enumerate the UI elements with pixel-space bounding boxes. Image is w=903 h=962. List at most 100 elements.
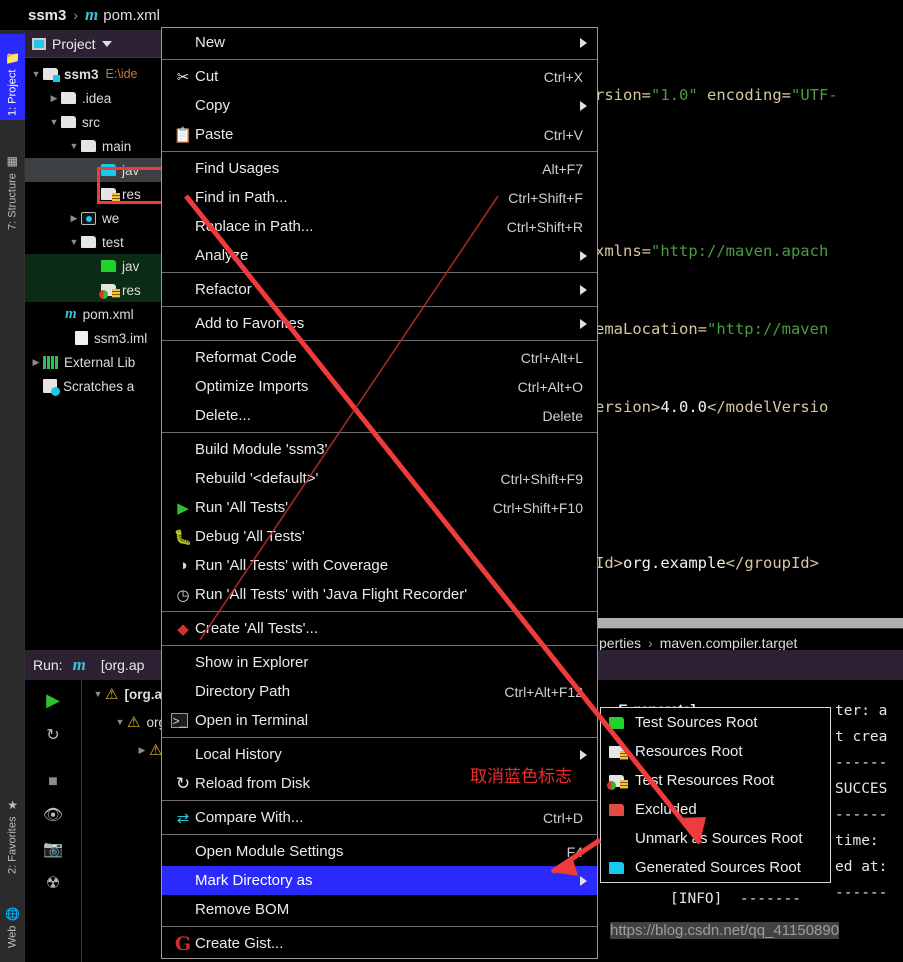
print-icon[interactable]: 📷 [41,839,65,859]
menu-item-build-module[interactable]: Build Module 'ssm3' [162,435,597,464]
submenu-item-test-resources-root[interactable]: Test Resources Root [601,766,830,795]
code-editor[interactable]: rsion="1.0" encoding="UTF- xmlns="http:/… [595,30,903,618]
folder-icon [81,140,96,152]
structure-icon: ▦ [7,154,18,168]
menu-separator [162,645,597,646]
menu-item-reformat-code[interactable]: Reformat CodeCtrl+Alt+L [162,343,597,372]
menu-item-label: Find Usages [195,160,542,177]
menu-item-find-in-path[interactable]: Find in Path...Ctrl+Shift+F [162,183,597,212]
menu-item-add-to-favorites[interactable]: Add to Favorites [162,309,597,338]
submenu-item-excluded[interactable]: Excluded [601,795,830,824]
menu-item-open-in-terminal[interactable]: >_Open in Terminal [162,706,597,735]
menu-item-label: Show in Explorer [195,654,597,671]
menu-item-shortcut: Alt+F7 [542,161,583,177]
globe-icon: 🌐 [5,907,20,921]
twisty-icon[interactable]: ▼ [113,717,127,727]
submenu-item-label: Generated Sources Root [635,859,801,876]
run-icon: ▶ [171,499,195,517]
menu-item-open-module-settings[interactable]: Open Module SettingsF4 [162,837,597,866]
menu-item-compare-with[interactable]: ⇄Compare With...Ctrl+D [162,803,597,832]
menu-item-shortcut: Ctrl+Shift+F [508,190,583,206]
menu-item-paste[interactable]: 📋PasteCtrl+V [162,120,597,149]
menu-item-run-all-tests[interactable]: ▶Run 'All Tests'Ctrl+Shift+F10 [162,493,597,522]
breadcrumb-file[interactable]: pom.xml [103,7,160,24]
twisty-icon[interactable]: ▼ [47,117,61,127]
menu-item-cut[interactable]: ✂CutCtrl+X [162,62,597,91]
editor-horizontal-scrollbar[interactable] [595,618,903,628]
twisty-icon[interactable]: ▼ [91,689,105,699]
submenu-item-label: Resources Root [635,743,743,760]
mark-directory-as-submenu[interactable]: Test Sources Root Resources Root Test Re… [600,707,831,883]
menu-item-run-with-coverage[interactable]: ◑Run 'All Tests' with Coverage [162,551,597,580]
menu-item-run-with-jfr[interactable]: ◷Run 'All Tests' with 'Java Flight Recor… [162,580,597,609]
menu-item-replace-in-path[interactable]: Replace in Path...Ctrl+Shift+R [162,212,597,241]
twisty-icon[interactable]: ▶ [29,357,43,368]
sidebar-item-project[interactable]: 1: Project 📁 [0,34,25,120]
editor-breadcrumb-current[interactable]: maven.compiler.target [660,635,798,651]
menu-item-new[interactable]: New [162,28,597,57]
menu-item-refactor[interactable]: Refactor [162,275,597,304]
tree-node-label: test [102,235,124,250]
menu-item-find-usages[interactable]: Find UsagesAlt+F7 [162,154,597,183]
menu-item-optimize-imports[interactable]: Optimize ImportsCtrl+Alt+O [162,372,597,401]
submenu-item-generated-sources-root[interactable]: Generated Sources Root [601,853,830,882]
menu-item-analyze[interactable]: Analyze [162,241,597,270]
stop-icon[interactable]: ■ [41,773,65,791]
breadcrumb-separator: › [73,7,78,23]
menu-item-copy[interactable]: Copy [162,91,597,120]
code-line: Id>org.example</groupId> [595,550,903,576]
sidebar-item-favorites[interactable]: 2: Favorites ★ [0,782,25,878]
tree-node-label: jav [122,163,139,178]
menu-item-create-gist[interactable]: GCreate Gist... [162,929,597,958]
twisty-icon[interactable]: ▼ [29,69,43,79]
submenu-item-test-sources-root[interactable]: Test Sources Root [601,708,830,737]
console-line: t crea [835,724,887,750]
breadcrumb-project[interactable]: ssm3 [28,7,66,24]
warning-icon: ⚠ [105,685,118,703]
twisty-icon[interactable]: ▼ [67,237,81,247]
generated-sources-root-icon [609,862,624,874]
twisty-icon[interactable]: ▶ [47,93,61,104]
menu-item-shortcut: Ctrl+Shift+R [507,219,583,235]
twisty-icon[interactable]: ▶ [135,745,149,756]
menu-item-mark-directory-as[interactable]: Mark Directory as [162,866,597,895]
maven-icon: m [65,306,77,323]
tree-node-path: E:\ide [106,67,138,81]
tree-node-label: we [102,211,119,226]
run-tree-label: [org.a [124,687,162,702]
rerun-failed-icon[interactable]: ↻ [41,725,65,745]
scratches-icon [43,379,57,393]
context-menu[interactable]: New ✂CutCtrl+X Copy 📋PasteCtrl+V Find Us… [161,27,598,959]
menu-separator [162,611,597,612]
run-config-tab[interactable]: [org.ap [101,657,145,673]
run-label: Run: [33,657,63,673]
left-tool-strip: 1: Project 📁 7: Structure ▦ 2: Favorites… [0,30,25,962]
menu-item-show-in-explorer[interactable]: Show in Explorer [162,648,597,677]
menu-item-debug-all-tests[interactable]: 🐛Debug 'All Tests' [162,522,597,551]
sidebar-item-structure[interactable]: 7: Structure ▦ [0,134,25,234]
menu-separator [162,834,597,835]
chevron-right-icon [580,319,587,329]
chevron-down-icon[interactable] [102,41,112,47]
menu-item-delete[interactable]: Delete...Delete [162,401,597,430]
run-icon[interactable]: ▶ [41,690,65,711]
menu-item-label: Run 'All Tests' [195,499,493,516]
menu-item-shortcut: Ctrl+Alt+O [518,379,583,395]
submenu-item-resources-root[interactable]: Resources Root [601,737,830,766]
menu-item-label: Run 'All Tests' with 'Java Flight Record… [195,586,597,603]
scissors-icon: ✂ [171,68,195,86]
terminal-icon: >_ [171,713,188,728]
menu-item-label: Replace in Path... [195,218,507,235]
menu-item-remove-bom[interactable]: Remove BOM [162,895,597,924]
kill-process-icon[interactable]: ☢ [41,873,65,893]
menu-item-create-all-tests[interactable]: ◆Create 'All Tests'... [162,614,597,643]
run-toolbar: ▶ ↻ ■ 👁 📷 ☢ » [25,680,82,962]
editor-breadcrumb-parent[interactable]: perties [599,635,641,651]
menu-item-directory-path[interactable]: Directory PathCtrl+Alt+F12 [162,677,597,706]
twisty-icon[interactable]: ▶ [67,213,81,224]
sidebar-item-web[interactable]: Web 🌐 [0,890,25,952]
toggle-soft-wrap-icon[interactable]: 👁 [41,805,65,825]
twisty-icon[interactable]: ▼ [67,141,81,151]
submenu-item-unmark-as-sources-root[interactable]: Unmark as Sources Root [601,824,830,853]
menu-item-rebuild[interactable]: Rebuild '<default>'Ctrl+Shift+F9 [162,464,597,493]
